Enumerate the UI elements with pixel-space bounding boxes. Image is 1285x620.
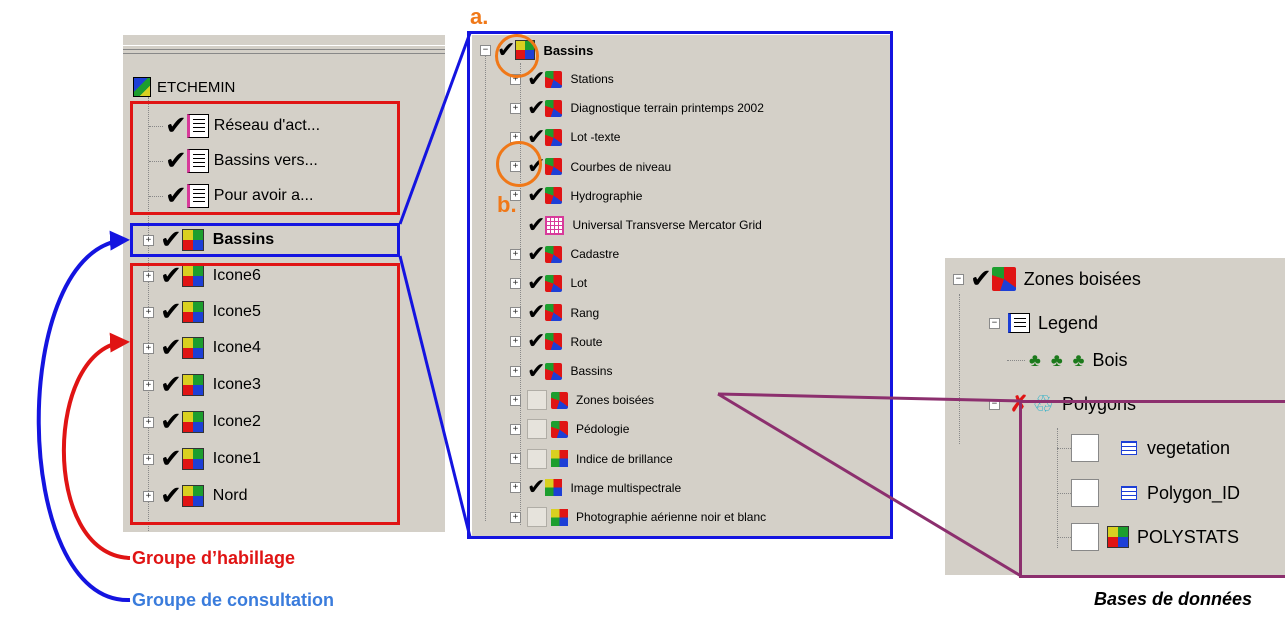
zones-root-label: Zones boisées — [1023, 268, 1141, 289]
tree-icon: ♣ — [1050, 349, 1063, 370]
label-b: b. — [497, 192, 517, 217]
root-label: ETCHEMIN — [157, 78, 236, 96]
legend-icon — [1008, 313, 1030, 333]
panel-splitter-2 — [123, 53, 445, 54]
bases-caption: Bases de données — [1094, 589, 1253, 609]
callout-circle-b — [496, 141, 542, 187]
panel-splitter[interactable] — [123, 45, 445, 50]
legend-node[interactable]: − Legend — [989, 308, 1098, 338]
tree-connector-h — [1007, 359, 1025, 361]
habillage-arrow — [61, 332, 131, 560]
legend-label: Legend — [1038, 312, 1099, 333]
tree-icon: ♣ — [1029, 349, 1041, 370]
bassins-detail-frame — [467, 31, 893, 539]
tree-icon: ♣ — [1072, 349, 1085, 370]
consultation-arrow — [36, 230, 131, 603]
legend-item-label: Bois — [1092, 349, 1128, 370]
label-a: a. — [470, 4, 489, 29]
legend-item: ♣ ♣ ♣ Bois — [1007, 345, 1127, 375]
polygon-layer-icon — [991, 267, 1016, 291]
callout-circle-a — [495, 34, 539, 78]
habillage-caption: Groupe d’habillage — [132, 548, 296, 568]
habillage-frame-bottom — [130, 263, 400, 525]
database-frame — [1019, 400, 1285, 578]
collapse-minus-icon[interactable]: − — [989, 398, 1000, 410]
habillage-frame-top — [130, 101, 400, 215]
consultation-caption: Groupe de consultation — [132, 590, 335, 610]
collapse-minus-icon[interactable]: − — [989, 317, 1000, 329]
collapse-minus-icon[interactable]: − — [953, 273, 964, 285]
tree-connector — [959, 294, 961, 444]
consultation-frame — [130, 223, 400, 257]
zones-root[interactable]: − ✔ Zones boisées — [953, 264, 1141, 294]
checkmark-icon[interactable]: ✔ — [970, 264, 992, 294]
map-doc-icon — [133, 77, 151, 97]
